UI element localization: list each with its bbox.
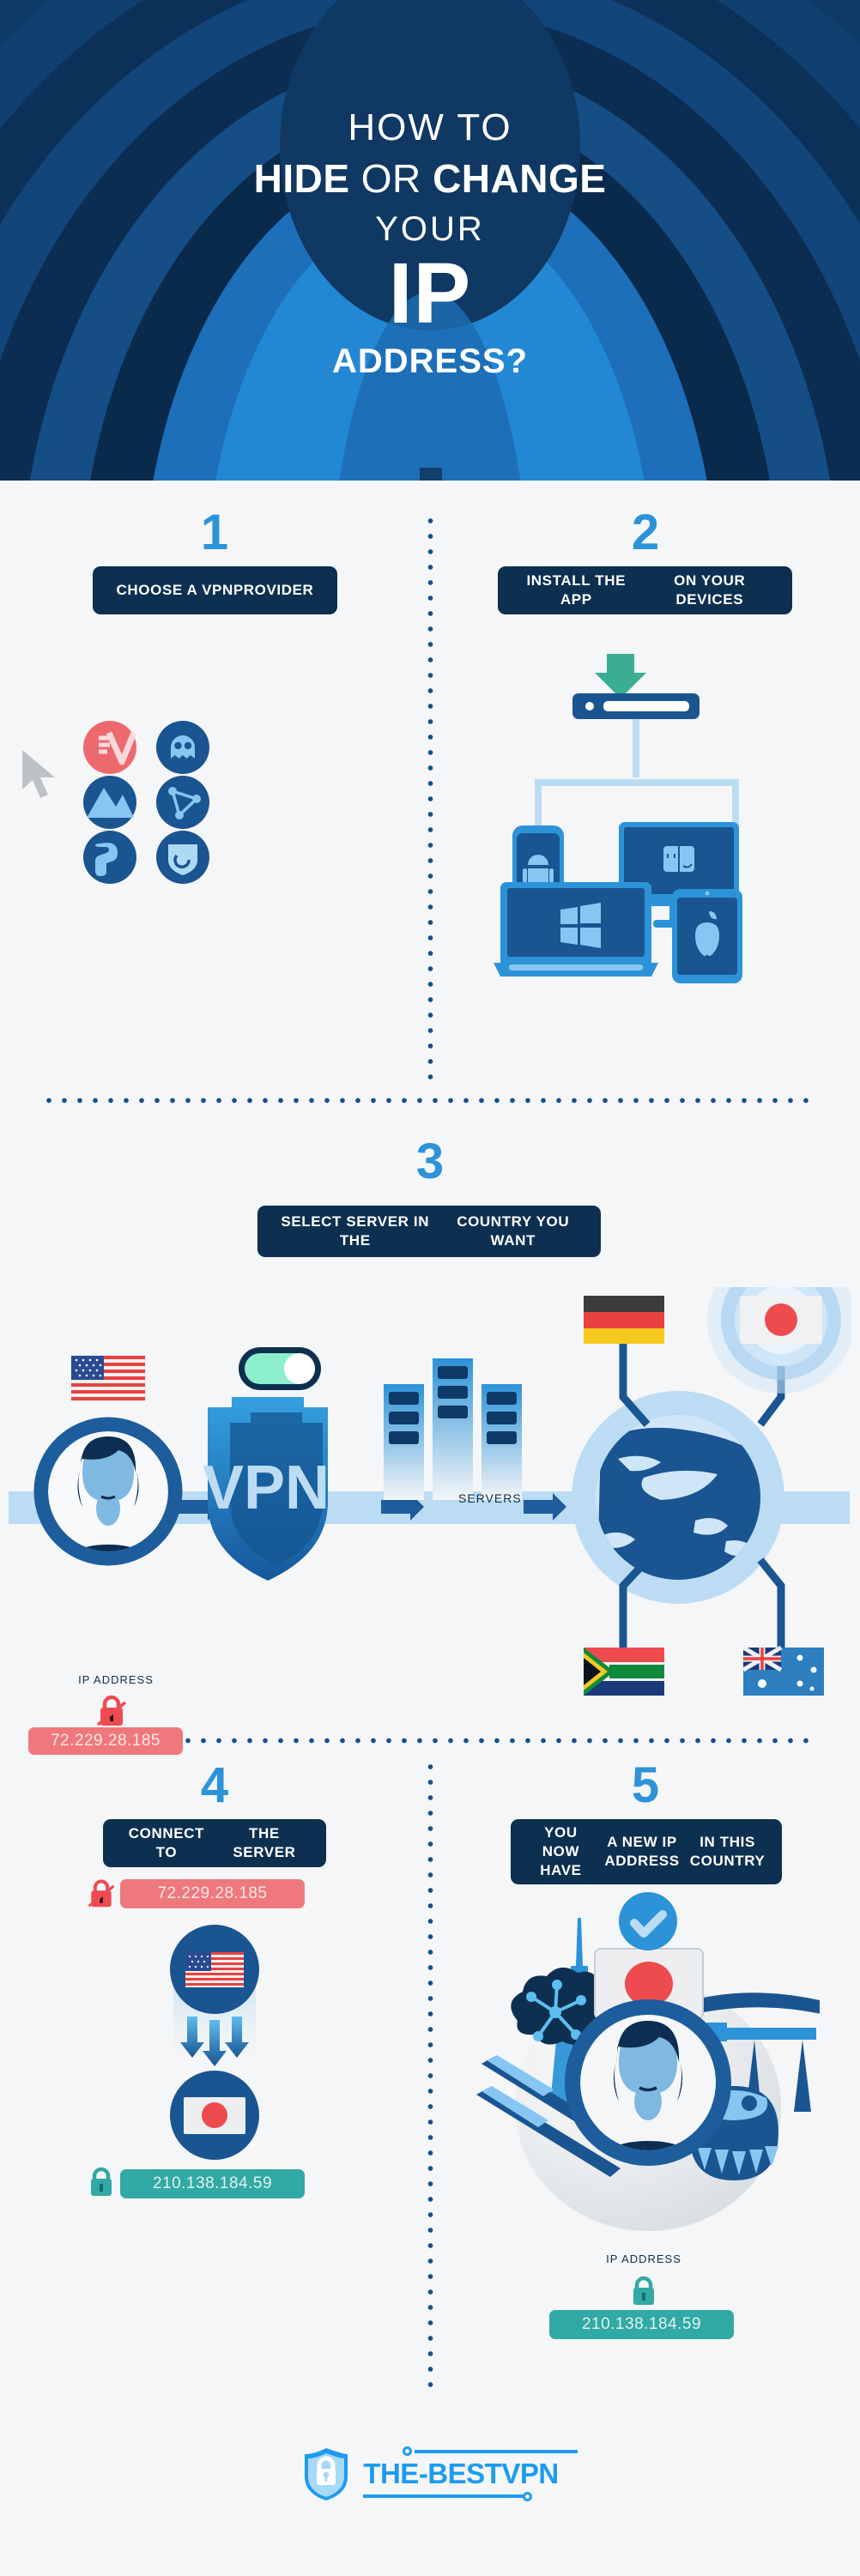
vpn-shield-icon: VPN [203,1397,330,1581]
finder-icon [663,846,694,872]
shield-lock-icon [305,2448,348,2500]
divider-horizontal-step3 [41,1098,819,1104]
user-avatar-icon [33,1417,183,1566]
download-arrow-icon [595,654,646,698]
step-2-number: 2 [631,505,660,560]
step-1-provider-grid [83,721,209,884]
brand-line-top [415,2450,578,2453]
svg-text:VPN: VPN [203,1454,330,1522]
footer-logo[interactable]: THE-BESTVPN [0,2446,860,2502]
header-pointer-tail [420,468,442,481]
brand-node-bottom [523,2492,533,2501]
verified-check-icon [619,1892,677,1950]
step-5-ip-label: IP ADDRESS [606,2252,681,2265]
step-5-ip-badge: 210.138.184.59 [549,2310,734,2339]
step-5-japan-scene [476,1892,820,2231]
apple-tablet-device [672,889,742,983]
step-4-old-ip-badge: 72.229.28.185 [120,1879,305,1908]
protonvpn-icon [156,776,209,829]
step-3-ip-label: IP ADDRESS [78,1673,154,1686]
windows-laptop-device [494,882,658,977]
brand-wordmark: THE-BESTVPN [363,2446,578,2501]
brand-line-bottom [363,2494,527,2498]
title-line-address: ADDRESS? [331,342,529,381]
header-title-group: HOW TO HIDE OR CHANGE YOUR IP ADDRESS? [0,0,860,481]
divider-vertical-bottom [427,1759,433,2394]
step-3-number: 3 [415,1134,445,1189]
header-banner: HOW TO HIDE OR CHANGE YOUR IP ADDRESS? [0,0,860,481]
step-3-ip-badge: 72.229.28.185 [28,1727,183,1755]
step-4-label: CONNECT TO THE SERVER [103,1819,326,1867]
step-1-number: 1 [200,505,229,560]
vpn-toggle-switch [239,1347,321,1390]
unlocked-padlock-icon [96,1695,127,1726]
step-5-number: 5 [631,1757,660,1813]
step-3-flow-diagram: VPN [9,1287,851,1696]
step-4-new-ip-badge: 210.138.184.59 [120,2169,305,2198]
step-2-label: INSTALL THE APP ON YOUR DEVICES [498,566,792,614]
surfshark-icon [83,831,136,884]
step-1-label: CHOOSE A VPN PROVIDER [93,566,337,614]
japan-flag-highlight-icon [707,1287,851,1394]
title-line-how-to: HOW TO [348,106,512,148]
step-4-japan-flag-circle [170,2071,259,2160]
step-4-us-flag-circle [170,1925,259,2014]
step-4-unlocked-padlock-icon [88,1879,115,1908]
us-flag-icon [70,1355,146,1401]
server-racks-icon [384,1358,522,1500]
brand-name: THE-BESTVPN [363,2458,559,2489]
germany-flag-icon [584,1296,664,1344]
divider-vertical-top [427,513,433,1079]
nordvpn-icon [83,776,136,829]
title-line-ip: IP [388,245,472,342]
cyberghost-icon [156,721,209,774]
step-4-locked-padlock-icon [91,2167,112,2196]
australia-flag-icon [742,1645,824,1696]
title-line-hide-or-change: HIDE OR CHANGE [253,155,607,201]
router-device [572,693,700,719]
south-africa-flag-icon [584,1648,664,1696]
infographic-page: HOW TO HIDE OR CHANGE YOUR IP ADDRESS? 1… [0,0,860,2576]
step-5-label: YOU NOW HAVE A NEW IP ADDRESS IN THIS COUN… [511,1819,782,1884]
brand-node-top [403,2446,413,2456]
title-line-your: YOUR [375,210,485,249]
globe-icon [572,1391,784,1604]
mouse-cursor-icon [22,750,55,798]
step-4-number: 4 [200,1757,229,1813]
hotspotshield-icon [156,831,209,884]
servers-label: SERVERS [458,1491,522,1505]
step-3-label: SELECT SERVER IN THE COUNTRY YOU WANT [257,1206,601,1257]
step-2-devices-diagram [494,654,742,983]
step-5-locked-padlock-icon [633,2276,654,2305]
step-4-flag-transition [170,1925,259,2160]
expressvpn-icon [83,721,137,774]
